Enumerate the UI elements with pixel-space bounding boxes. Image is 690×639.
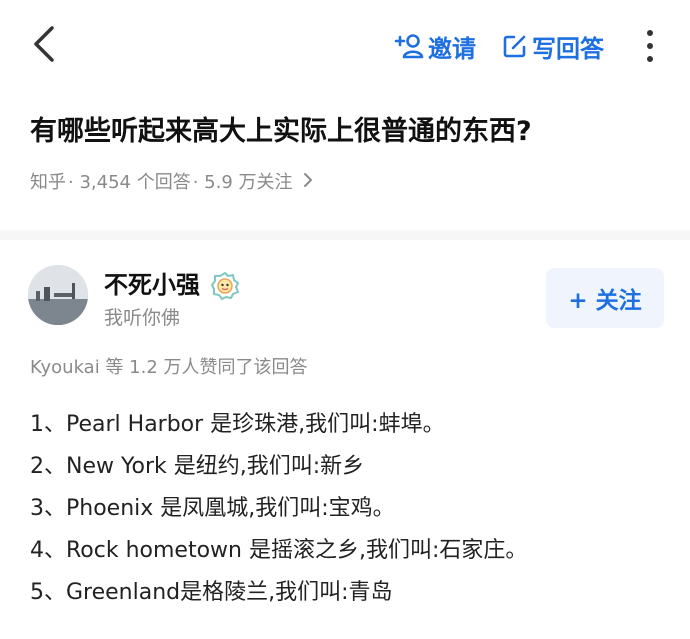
answer-line: 5、Greenland是格陵兰,我们叫:青岛 [30, 580, 393, 605]
followers-count: · 5.9 万关注 [192, 172, 293, 193]
answers-count: · 3,454 个回答 [68, 172, 191, 193]
more-options-button[interactable] [636, 28, 664, 64]
author-bio: 我听你佛 [104, 307, 181, 329]
answer-line: 3、Phoenix 是凤凰城,我们叫:宝鸡。 [30, 496, 395, 521]
upvote-summary[interactable]: Kyoukai 等 1.2 万人赞同了该回答 [30, 354, 308, 382]
invite-label: 邀请 [428, 34, 476, 63]
add-person-icon [394, 34, 424, 59]
question-title[interactable]: 有哪些听起来高大上实际上很普通的东西? [30, 112, 670, 152]
source-label: 知乎 [30, 172, 66, 193]
follow-button[interactable]: + 关注 [546, 268, 664, 328]
chevron-right-icon [303, 168, 313, 198]
avatar-image [28, 265, 88, 325]
top-bar: 邀请 写回答 [0, 0, 690, 90]
answer-line: 4、Rock hometown 是摇滚之乡,我们叫:石家庄。 [30, 538, 528, 563]
answer-line: 2、New York 是纽约,我们叫:新乡 [30, 454, 365, 479]
avatar[interactable] [28, 265, 88, 325]
author-name[interactable]: 不死小强 [104, 268, 200, 302]
question-meta[interactable]: 知乎 · 3,454 个回答 · 5.9 万关注 [30, 168, 313, 198]
answer-content: 1、Pearl Harbor 是珍珠港,我们叫:蚌埠。 2、New York 是… [30, 404, 670, 614]
answer-line: 1、Pearl Harbor 是珍珠港,我们叫:蚌埠。 [30, 412, 445, 437]
back-button[interactable] [22, 20, 66, 68]
write-answer-button[interactable]: 写回答 [502, 26, 604, 66]
member-badge-icon [210, 271, 240, 301]
more-dot [647, 43, 653, 49]
more-vertical-icon [647, 30, 653, 36]
more-dot [647, 56, 653, 62]
write-answer-label: 写回答 [532, 34, 604, 63]
follow-label: + 关注 [568, 288, 642, 314]
section-divider [0, 230, 690, 240]
chevron-left-icon [34, 26, 54, 62]
invite-button[interactable]: 邀请 [394, 26, 476, 66]
edit-icon [503, 35, 526, 58]
